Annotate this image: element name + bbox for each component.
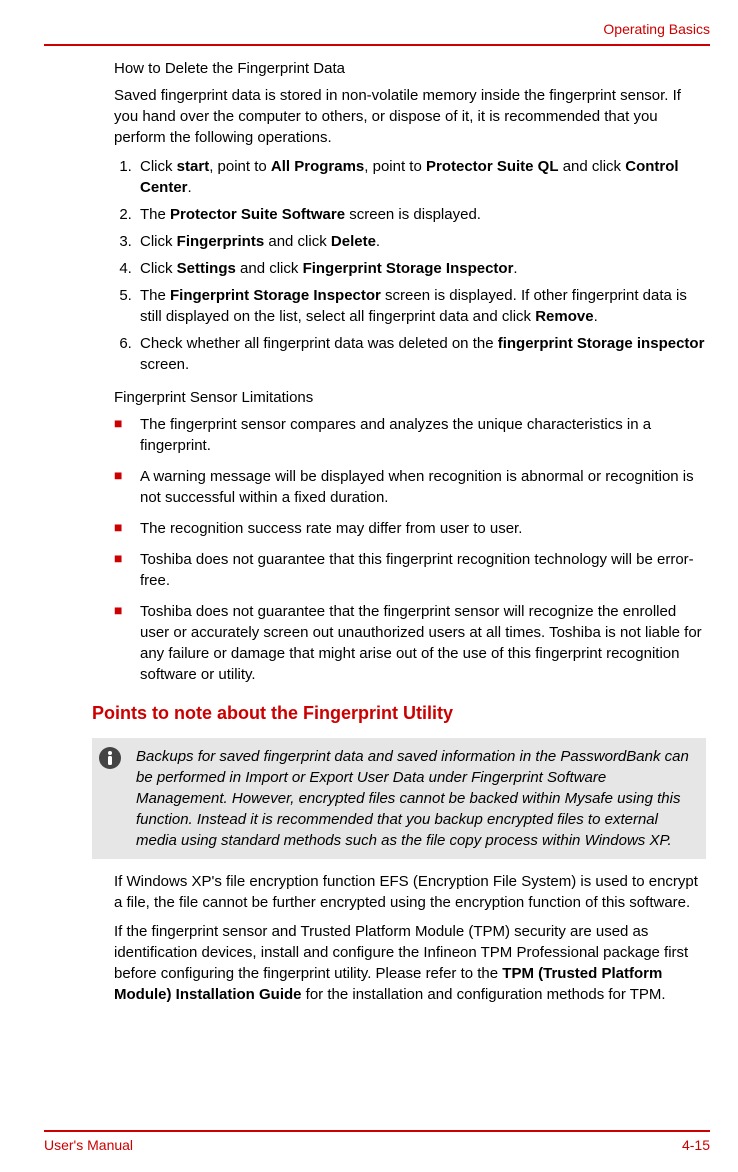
text: , point to — [209, 158, 271, 175]
text: screen. — [140, 356, 189, 373]
text: The — [140, 287, 170, 304]
howto-title: How to Delete the Fingerprint Data — [114, 58, 706, 79]
step-3: Click Fingerprints and click Delete. — [136, 231, 706, 252]
content-area: How to Delete the Fingerprint Data Saved… — [44, 58, 710, 1005]
step-1: Click start, point to All Programs, poin… — [136, 156, 706, 198]
bold: Protector Suite QL — [426, 158, 559, 175]
text: . — [594, 308, 598, 325]
text: , point to — [364, 158, 426, 175]
bold: Remove — [535, 308, 593, 325]
steps-list: Click start, point to All Programs, poin… — [114, 156, 706, 375]
bold: All Programs — [271, 158, 364, 175]
header-text: Operating Basics — [603, 20, 710, 40]
header-section-title: Operating Basics — [44, 20, 710, 40]
footer-manual: User's Manual — [44, 1136, 133, 1156]
bold: start — [177, 158, 210, 175]
step-6: Check whether all fingerprint data was d… — [136, 333, 706, 375]
bullet-item: Toshiba does not guarantee that this fin… — [114, 549, 706, 591]
bullet-item: The recognition success rate may differ … — [114, 518, 706, 539]
info-icon — [98, 746, 122, 776]
bold: Fingerprint Storage Inspector — [303, 260, 514, 277]
footer-row: User's Manual 4-15 — [44, 1136, 710, 1156]
bold: Settings — [177, 260, 236, 277]
text: and click — [559, 158, 626, 175]
tpm-paragraph: If the fingerprint sensor and Trusted Pl… — [114, 921, 706, 1005]
step-5: The Fingerprint Storage Inspector screen… — [136, 285, 706, 327]
page: Operating Basics How to Delete the Finge… — [0, 0, 738, 1172]
text: and click — [264, 233, 331, 250]
bold: Fingerprint Storage Inspector — [170, 287, 381, 304]
text: Click — [140, 260, 177, 277]
text: . — [513, 260, 517, 277]
text: Click — [140, 233, 177, 250]
text: for the installation and configuration m… — [302, 986, 666, 1003]
bold: Fingerprints — [177, 233, 265, 250]
efs-paragraph: If Windows XP's file encryption function… — [114, 871, 706, 913]
text: The — [140, 206, 170, 223]
text: and click — [236, 260, 303, 277]
step-4: Click Settings and click Fingerprint Sto… — [136, 258, 706, 279]
text: Click — [140, 158, 177, 175]
footer-rule — [44, 1130, 710, 1132]
bullet-item: A warning message will be displayed when… — [114, 466, 706, 508]
points-heading: Points to note about the Fingerprint Uti… — [92, 701, 706, 726]
footer: User's Manual 4-15 — [44, 1130, 710, 1156]
text: . — [376, 233, 380, 250]
text: . — [188, 179, 192, 196]
bold: Protector Suite Software — [170, 206, 345, 223]
bullet-item: Toshiba does not guarantee that the fing… — [114, 601, 706, 685]
bold: fingerprint Storage inspector — [498, 335, 705, 352]
howto-intro: Saved fingerprint data is stored in non-… — [114, 85, 706, 148]
note-text: Backups for saved fingerprint data and s… — [136, 748, 689, 849]
bullet-item: The fingerprint sensor compares and anal… — [114, 414, 706, 456]
header-rule — [44, 44, 710, 46]
footer-page-number: 4-15 — [682, 1136, 710, 1156]
limits-title: Fingerprint Sensor Limitations — [114, 387, 706, 408]
text: screen is displayed. — [345, 206, 481, 223]
info-note: Backups for saved fingerprint data and s… — [92, 738, 706, 859]
text: Check whether all fingerprint data was d… — [140, 335, 498, 352]
bold: Delete — [331, 233, 376, 250]
step-2: The Protector Suite Software screen is d… — [136, 204, 706, 225]
limits-list: The fingerprint sensor compares and anal… — [114, 414, 706, 685]
